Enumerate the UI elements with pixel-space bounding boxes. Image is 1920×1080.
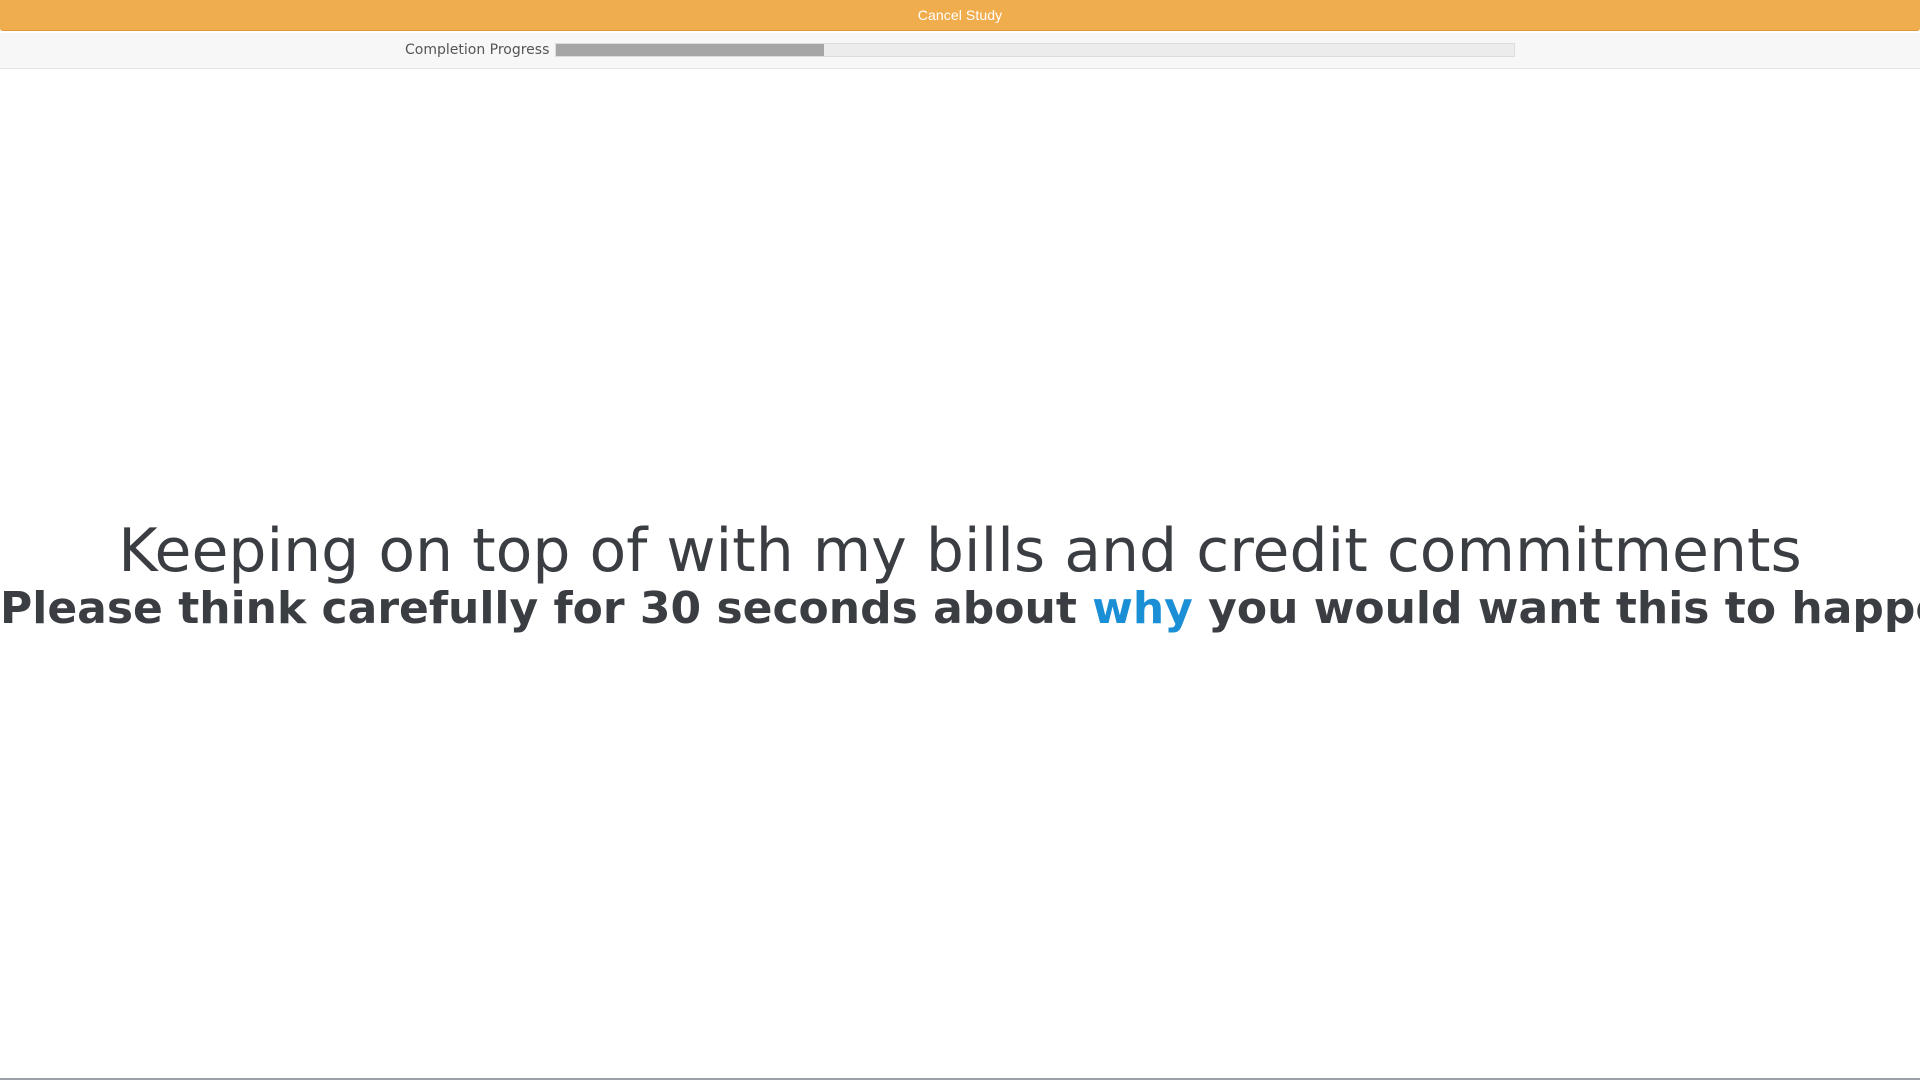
progress-section: Completion Progress (0, 33, 1920, 69)
progress-fill (556, 44, 825, 56)
instruction-after: you would want this to happen (1192, 583, 1920, 634)
progress-track (555, 43, 1515, 57)
instruction-highlight: why (1092, 583, 1193, 634)
cancel-study-label: Cancel Study (917, 7, 1003, 23)
prompt-area: Keeping on top of with my bills and cred… (0, 515, 1920, 637)
instruction-text: Please think carefully for 30 seconds ab… (0, 581, 1920, 637)
progress-label: Completion Progress (405, 42, 550, 58)
study-page: Cancel Study Completion Progress Keeping… (0, 0, 1920, 1080)
cancel-study-button[interactable]: Cancel Study (0, 0, 1920, 31)
instruction-before: Please think carefully for 30 seconds ab… (0, 583, 1093, 634)
goal-statement: Keeping on top of with my bills and cred… (118, 516, 1802, 586)
